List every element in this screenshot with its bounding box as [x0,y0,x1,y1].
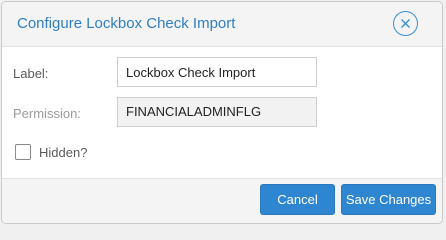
permission-value: FINANCIALADMINFLG [117,97,317,127]
permission-field-label: Permission: [13,106,81,121]
hidden-checkbox-label[interactable]: Hidden? [39,145,87,160]
close-icon [401,19,410,28]
cancel-button[interactable]: Cancel [260,184,335,215]
dialog-header: Configure Lockbox Check Import [2,2,442,47]
close-button[interactable] [393,11,418,36]
configure-dialog: Configure Lockbox Check Import Label: Pe… [1,1,443,224]
save-changes-button[interactable]: Save Changes [341,184,436,215]
label-input[interactable] [117,57,317,87]
dialog-title: Configure Lockbox Check Import [17,15,236,32]
dialog-footer: Cancel Save Changes [2,178,442,223]
label-field-label: Label: [13,66,49,81]
hidden-checkbox[interactable] [15,144,31,160]
